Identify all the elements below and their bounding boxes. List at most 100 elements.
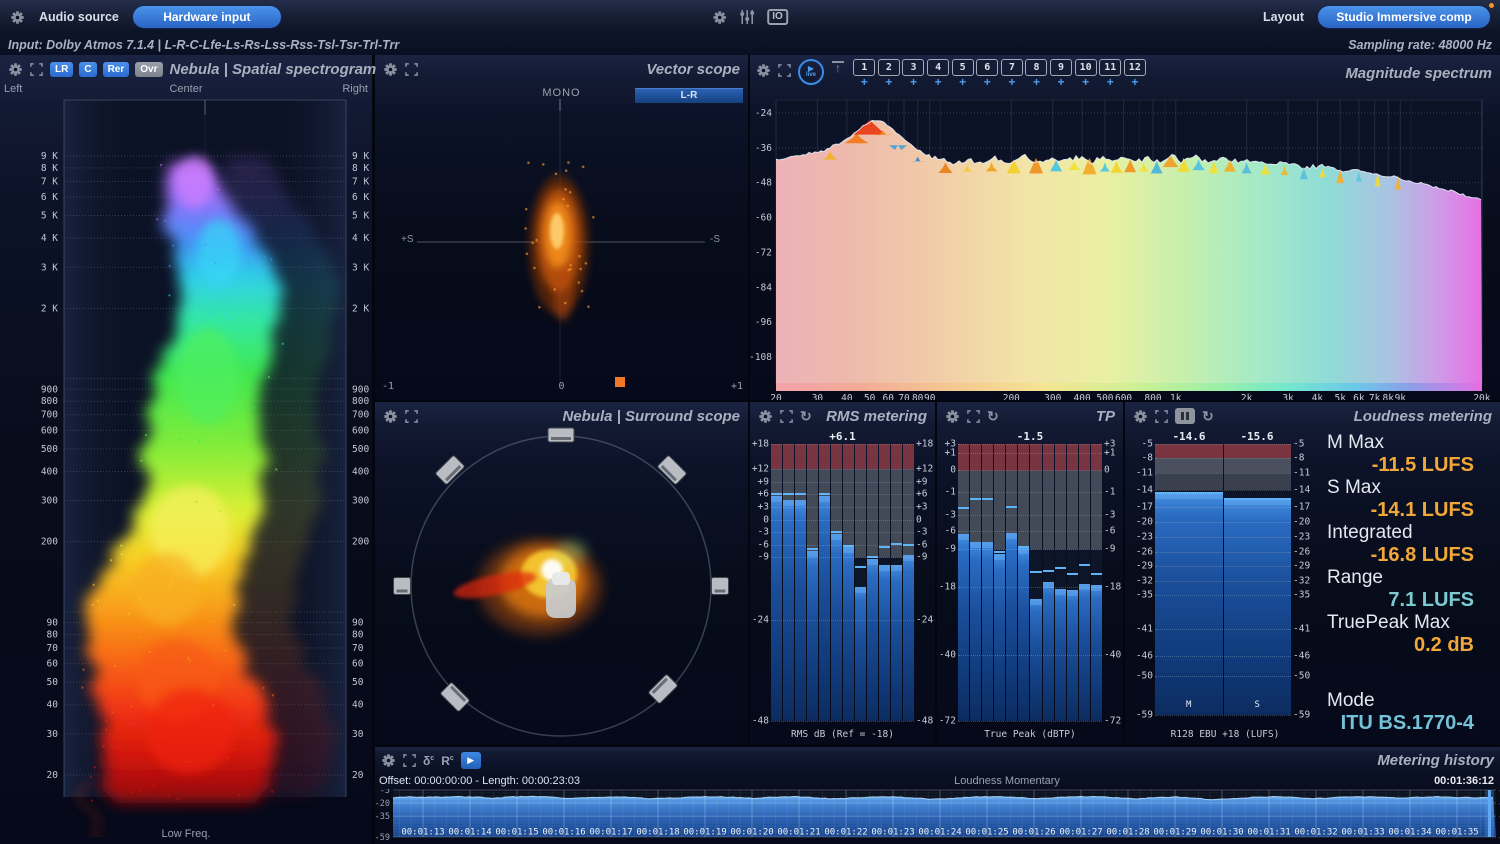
layout-preset-button[interactable]: Studio Immersive comp: [1318, 6, 1490, 28]
svg-text:40: 40: [352, 700, 364, 711]
scale-tick: -3: [945, 509, 956, 520]
scale-tick: -5: [1142, 439, 1153, 450]
tp-scale-right: +3+10-1-3-6-9-18-40-72: [1102, 444, 1121, 721]
scale-tick: +6: [916, 489, 927, 500]
play-icon: ▶: [808, 65, 814, 72]
channel-button-5[interactable]: 5: [952, 59, 974, 76]
balance-marker[interactable]: [615, 377, 625, 387]
scale-tick: -46: [1136, 651, 1153, 662]
readout-value: -16.8 LUFS: [1327, 544, 1494, 566]
channel-button-11[interactable]: 11: [1099, 59, 1121, 76]
channel-add-icon[interactable]: +: [1131, 77, 1138, 87]
meter-bar: [1006, 444, 1017, 721]
sliders-icon[interactable]: [739, 9, 755, 25]
expand-icon[interactable]: [780, 410, 793, 423]
channel-button-9[interactable]: 9: [1050, 59, 1072, 76]
reset-icon[interactable]: ↻: [800, 409, 812, 423]
svg-text:60: 60: [352, 659, 364, 670]
expand-icon[interactable]: [30, 63, 43, 76]
peak-hold-cap: [1091, 573, 1102, 575]
channel-button-7[interactable]: 7: [1001, 59, 1023, 76]
channel-button-1[interactable]: 1: [853, 59, 875, 76]
panel-title: Vector scope: [646, 61, 740, 78]
expand-icon[interactable]: [405, 63, 418, 76]
scale-tick: -3: [916, 527, 927, 538]
tp-header: ↻ TP: [937, 402, 1123, 430]
channel-button-8[interactable]: 8: [1025, 59, 1047, 76]
history-graph[interactable]: 00:01:1300:01:1400:01:1500:01:1600:01:17…: [375, 789, 1500, 844]
loudness-readouts: M Max-11.5 LUFSS Max-14.1 LUFSIntegrated…: [1327, 432, 1494, 735]
expand-icon[interactable]: [405, 410, 418, 423]
svg-text:800: 800: [41, 396, 58, 407]
channel-button-10[interactable]: 10: [1075, 59, 1097, 76]
gear-icon[interactable]: [8, 62, 23, 77]
channel-add-icon[interactable]: +: [959, 77, 966, 87]
channel-add-icon[interactable]: +: [1008, 77, 1015, 87]
gear-icon[interactable]: [758, 409, 773, 424]
spectrogram-channel-button-c[interactable]: C: [79, 62, 96, 77]
gear-icon[interactable]: [945, 409, 960, 424]
loudness-metering-panel: ↻ Loudness metering -14.6-15.6 -5-8-11-1…: [1125, 402, 1500, 745]
scale-tick: -32: [1136, 575, 1153, 586]
channel-add-icon[interactable]: +: [861, 77, 868, 87]
gear-icon[interactable]: [712, 10, 727, 25]
channel-button-12[interactable]: 12: [1124, 59, 1146, 76]
arrow-top-icon[interactable]: ↑: [831, 61, 845, 74]
gear-icon[interactable]: [10, 10, 25, 25]
meter-bar-fill: [843, 547, 854, 721]
peak-hold-cap: [891, 543, 902, 545]
pause-icon[interactable]: [1175, 408, 1195, 424]
readout-value: 7.1 LUFS: [1327, 589, 1494, 611]
channel-button-2[interactable]: 2: [878, 59, 900, 76]
channel-add-icon[interactable]: +: [984, 77, 991, 87]
reset-icon[interactable]: ↻: [987, 409, 999, 423]
readout-label: TruePeak Max: [1327, 612, 1494, 634]
spectrogram-channel-button-ovr[interactable]: Ovr: [135, 62, 162, 77]
svg-text:00:01:20: 00:01:20: [730, 828, 773, 838]
channel-add-icon[interactable]: +: [1033, 77, 1040, 87]
gridline: [771, 721, 914, 722]
expand-icon[interactable]: [403, 754, 416, 767]
expand-icon[interactable]: [1155, 410, 1168, 423]
svg-text:3 K: 3 K: [352, 262, 369, 273]
channel-add-icon[interactable]: +: [1107, 77, 1114, 87]
gear-icon[interactable]: [383, 62, 398, 77]
history-end-time: 00:01:36:12: [1434, 775, 1494, 787]
lr-mode-button[interactable]: L-R: [635, 88, 743, 103]
range-reset-icon[interactable]: Rc: [441, 753, 454, 767]
spectrogram-channel-button-rer[interactable]: Rer: [103, 62, 130, 77]
channel-add-icon[interactable]: +: [885, 77, 892, 87]
channel-add-icon[interactable]: +: [1082, 77, 1089, 87]
expand-icon[interactable]: [967, 410, 980, 423]
io-icon[interactable]: IO: [767, 9, 788, 25]
channel-add-icon[interactable]: +: [1058, 77, 1065, 87]
loudness-bar-channel-label: M: [1155, 700, 1223, 710]
gear-icon[interactable]: [1133, 409, 1148, 424]
scale-tick: +3: [916, 501, 927, 512]
expand-icon[interactable]: [778, 64, 791, 77]
svg-text:400: 400: [352, 466, 369, 477]
reset-icon[interactable]: ↻: [1202, 409, 1214, 423]
channel-button-4[interactable]: 4: [927, 59, 949, 76]
channel-button-6[interactable]: 6: [976, 59, 998, 76]
momentary-reset-icon[interactable]: δc: [423, 753, 434, 767]
play-icon[interactable]: ▶: [461, 752, 481, 769]
spectrogram-channel-button-lr[interactable]: LR: [50, 62, 73, 77]
loudness-readout: M Max-11.5 LUFS: [1327, 432, 1494, 476]
gear-icon[interactable]: [383, 409, 398, 424]
gear-icon[interactable]: [756, 63, 771, 78]
scale-tick: -8: [1142, 452, 1153, 463]
meter-bar: [771, 444, 782, 721]
svg-text:50: 50: [864, 393, 876, 400]
channel-add-icon[interactable]: +: [935, 77, 942, 87]
live-play-icon[interactable]: ▶ live: [798, 59, 824, 85]
channel-button-3[interactable]: 3: [902, 59, 924, 76]
scale-tick: -29: [1293, 561, 1310, 572]
svg-text:00:01:29: 00:01:29: [1153, 828, 1196, 838]
svg-text:-5: -5: [380, 789, 390, 796]
channel-add-icon[interactable]: +: [910, 77, 917, 87]
svg-text:00:01:30: 00:01:30: [1200, 828, 1243, 838]
gear-icon[interactable]: [381, 753, 396, 768]
svg-text:50: 50: [352, 677, 364, 688]
hardware-input-button[interactable]: Hardware input: [133, 6, 281, 28]
